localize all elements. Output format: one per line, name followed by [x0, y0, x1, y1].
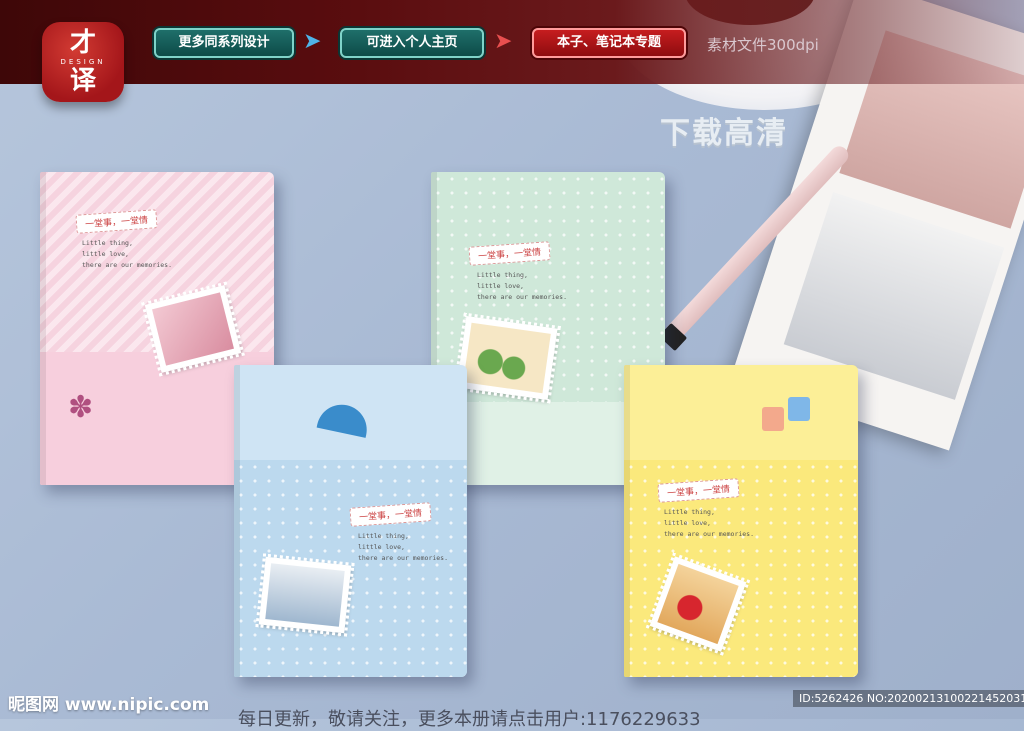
cover-line: there are our memories. [82, 261, 173, 269]
file-resolution-label: 素材文件300dpi [707, 36, 819, 54]
cover-line: little love, [664, 519, 711, 527]
tshirt-icon [788, 397, 810, 421]
umbrella-icon [316, 400, 372, 438]
notebook-spine [234, 365, 240, 677]
stamp-photo [152, 292, 234, 366]
dandelion-icon: ✽ [68, 390, 94, 425]
stamp-photo [657, 563, 739, 645]
logo-subtitle: DESIGN [60, 58, 106, 66]
image-id-label: ID:5262426 NO:20200213100221452031 [793, 690, 1024, 707]
notebook-spine [624, 365, 630, 677]
cover-line: little love, [358, 543, 405, 551]
cover-line: little love, [477, 282, 524, 290]
logo-char-bottom: 译 [69, 66, 96, 96]
photo-stamp [255, 553, 355, 637]
stamp-photo [463, 322, 551, 394]
personal-homepage-button[interactable]: 可进入个人主页 [340, 28, 484, 58]
more-series-button[interactable]: 更多同系列设计 [154, 28, 294, 58]
brand-logo[interactable]: 才 DESIGN 译 [42, 22, 124, 102]
cover-line: little love, [82, 250, 129, 258]
stamp-photo [265, 563, 345, 627]
photo-stamp [453, 312, 561, 404]
arrow-right-icon: ➤ [303, 29, 322, 54]
cover-line: Little thing, [664, 508, 715, 516]
cover-line: Little thing, [477, 271, 528, 279]
cover-line: Little thing, [82, 239, 133, 247]
cover-text: Little thing, little love, there are our… [477, 270, 567, 303]
cover-text: Little thing, little love, there are our… [664, 507, 754, 540]
notebook-blue: 一堂事，一堂情 Little thing, little love, there… [234, 365, 467, 677]
cover-title-tag: 一堂事，一堂情 [75, 209, 158, 234]
promo-text: 每日更新，敬请关注，更多本册请点击用户:1176229633 [238, 709, 701, 730]
arrow-right-icon: ➤ [494, 29, 513, 54]
logo-char-top: 才 [69, 28, 96, 58]
cover-line: there are our memories. [664, 530, 755, 538]
cover-line: there are our memories. [358, 554, 449, 562]
notebook-spine [40, 172, 46, 485]
cover-text: Little thing, little love, there are our… [358, 531, 448, 564]
cover-text: Little thing, little love, there are our… [82, 238, 172, 271]
tshirt-icon [762, 407, 784, 431]
download-hd-label[interactable]: 下载高清 [660, 108, 788, 152]
notebook-yellow: 一堂事，一堂情 Little thing, little love, there… [624, 365, 858, 677]
notebook-topic-button[interactable]: 本子、笔记本专题 [532, 28, 686, 58]
cover-line: Little thing, [358, 532, 409, 540]
cover-line: there are our memories. [477, 293, 568, 301]
site-watermark: 昵图网 www.nipic.com [8, 695, 210, 715]
